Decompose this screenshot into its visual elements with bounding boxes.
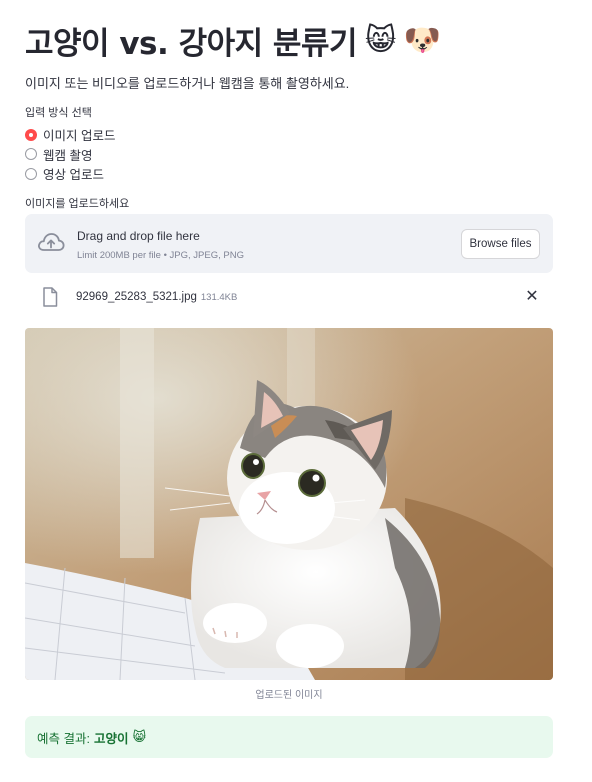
dropzone-limit: Limit 200MB per file • JPG, JPEG, PNG [77, 250, 244, 261]
browse-files-button[interactable]: Browse files [461, 229, 540, 259]
dog-face-icon: 🐶 [403, 22, 441, 58]
cloud-upload-icon [38, 233, 65, 251]
uploaded-file-name: 92969_25283_5321.jpg 131.4KB [76, 291, 237, 303]
prediction-value: 고양이 [93, 731, 129, 746]
remove-file-close-icon[interactable]: ✕ [525, 288, 539, 306]
file-dropzone[interactable]: Drag and drop file here Limit 200MB per … [25, 214, 553, 273]
radio-option-label: 이미지 업로드 [43, 129, 116, 144]
radio-selected-icon[interactable] [25, 128, 37, 141]
cat-face-icon: 😸 [132, 729, 147, 744]
radio-option-image-upload[interactable]: 이미지 업로드 [25, 125, 115, 145]
prediction-result-alert: 예측 결과: 고양이 😸 [25, 716, 553, 758]
radio-option-label: 웹캠 촬영 [43, 148, 93, 163]
dropzone-instructions: Drag and drop file here [77, 229, 200, 243]
file-name-text: 92969_25283_5321.jpg [76, 291, 197, 303]
page-subtitle: 이미지 또는 비디오를 업로드하거나 웹캠을 통해 촬영하세요. [25, 76, 350, 91]
page-title: 고양이 vs. 강아지 분류기 😸 🐶 [25, 18, 441, 63]
cat-photo-illustration [25, 328, 553, 680]
file-icon [43, 287, 58, 307]
radio-unselected-icon[interactable] [25, 167, 37, 180]
page-title-text: 고양이 vs. 강아지 분류기 [25, 26, 358, 62]
cat-face-icon: 😸 [365, 22, 396, 58]
input-mode-label: 입력 방식 선택 [25, 107, 92, 119]
app-page: 고양이 vs. 강아지 분류기 😸 🐶 이미지 또는 비디오를 업로드하거나 웹… [0, 0, 592, 782]
radio-unselected-icon[interactable] [25, 148, 37, 161]
file-size: 131.4KB [200, 292, 238, 303]
image-caption: 업로드된 이미지 [255, 690, 323, 701]
radio-option-label: 영상 업로드 [43, 168, 104, 183]
input-mode-radio-group: 이미지 업로드 웹캠 촬영 영상 업로드 [25, 125, 115, 184]
prediction-prefix: 예측 결과: [37, 731, 90, 746]
uploaded-file-row: 92969_25283_5321.jpg 131.4KB ✕ [25, 285, 553, 311]
radio-option-video-upload[interactable]: 영상 업로드 [25, 164, 115, 184]
uploaded-image [25, 328, 553, 680]
uploader-label: 이미지를 업로드하세요 [25, 198, 130, 210]
radio-option-webcam[interactable]: 웹캠 촬영 [25, 145, 115, 165]
